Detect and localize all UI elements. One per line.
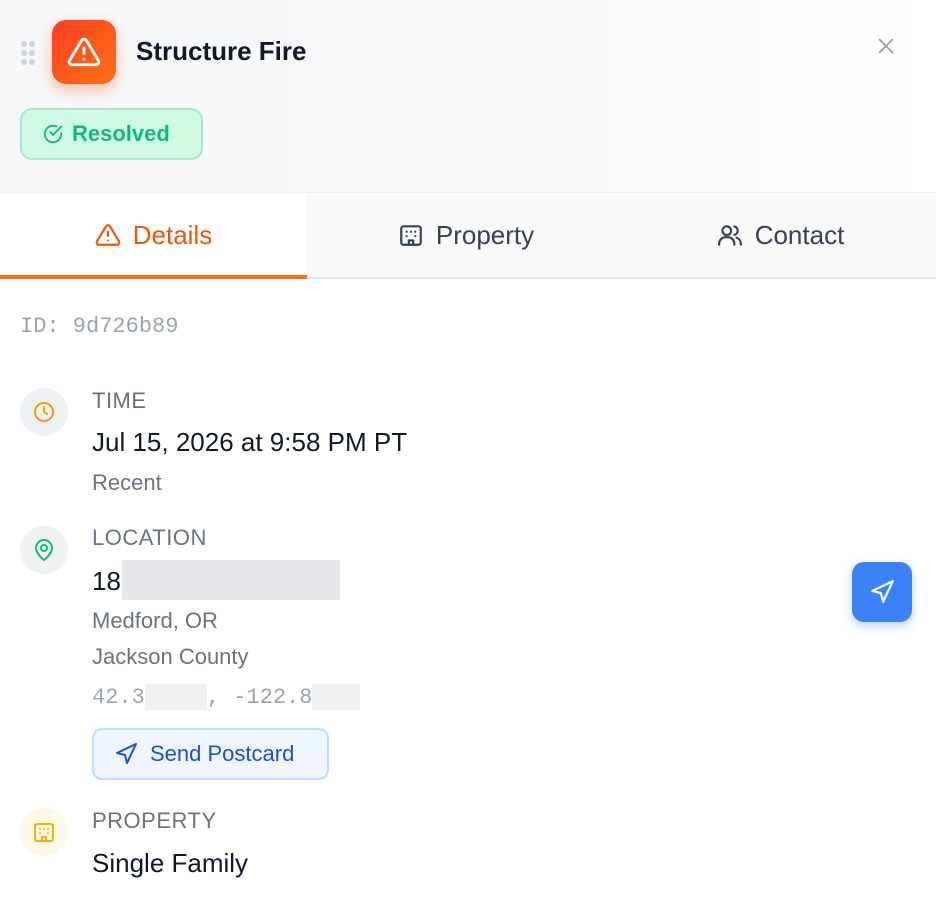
longitude: , -122.8 (206, 684, 313, 710)
location-coordinates: 42.3 , -122.8 (92, 684, 361, 710)
status-label: Resolved (72, 121, 170, 146)
tab-label: Contact (754, 219, 845, 250)
longitude-redaction (312, 684, 361, 710)
location-city: Medford, OR (92, 608, 218, 633)
tab-details[interactable]: Details (0, 193, 307, 279)
time-value: Jul 15, 2026 at 9:58 PM PT (92, 427, 408, 457)
close-button[interactable] (872, 32, 900, 60)
close-icon (878, 38, 894, 54)
property-type: Single Family (92, 848, 249, 878)
check-circle-icon (43, 124, 63, 144)
status-badge: Resolved (20, 108, 203, 160)
building-icon (400, 225, 422, 246)
property-label: PROPERTY (92, 808, 217, 833)
warning-triangle-icon (95, 224, 121, 246)
time-recency: Recent (92, 470, 162, 495)
location-county: Jackson County (92, 644, 249, 669)
building-icon (20, 808, 68, 856)
tab-contact[interactable]: Contact (625, 193, 936, 277)
location-label: LOCATION (92, 525, 207, 550)
tab-bar: Details Property Contact (0, 193, 936, 279)
users-icon (717, 225, 742, 246)
send-icon (116, 743, 137, 764)
incident-id: ID: 9d726b89 (20, 314, 179, 339)
send-postcard-label: Send Postcard (150, 741, 295, 766)
clock-icon (20, 388, 68, 436)
location-address: 18 (92, 566, 121, 596)
tab-label: Property (435, 219, 535, 250)
address-redaction (122, 560, 340, 600)
navigate-button[interactable] (852, 562, 912, 622)
incident-title: Structure Fire (136, 36, 307, 66)
map-pin-icon (20, 526, 68, 574)
tab-property[interactable]: Property (307, 193, 625, 277)
drag-handle-icon[interactable] (21, 41, 35, 65)
latitude: 42.3 (92, 684, 145, 710)
warning-triangle-icon (52, 20, 116, 84)
time-label: TIME (92, 388, 147, 413)
incident-header: Structure Fire Resolved (0, 0, 936, 193)
send-postcard-button[interactable]: Send Postcard (92, 728, 329, 780)
navigation-arrow-icon (871, 580, 894, 603)
latitude-redaction (144, 684, 207, 710)
tab-label: Details (132, 219, 213, 250)
